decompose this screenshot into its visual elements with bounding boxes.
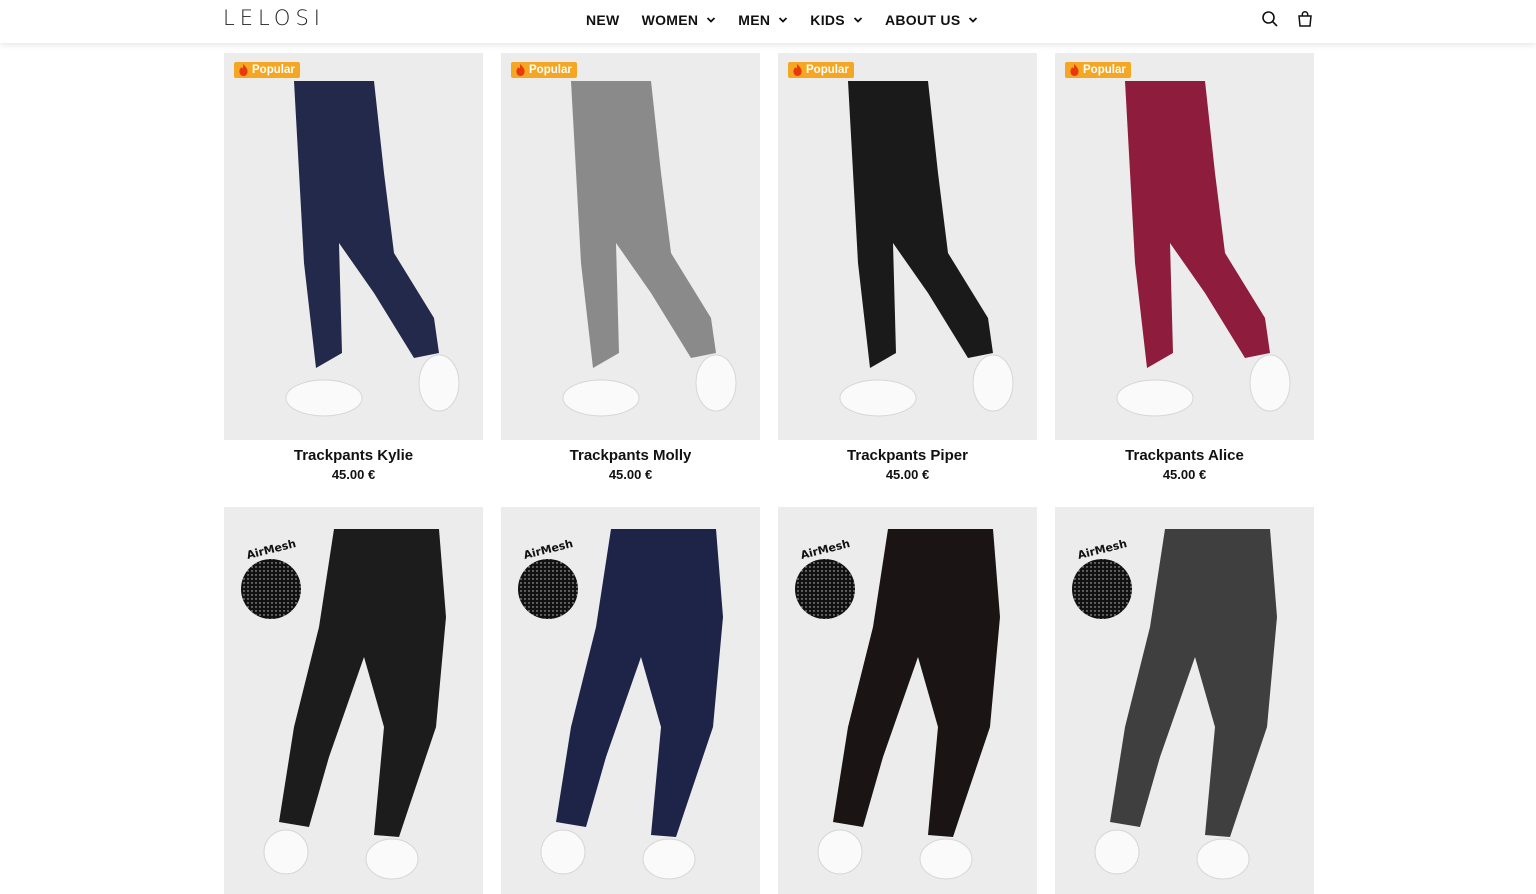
main-nav: NEW WOMEN MEN KIDS ABOUT US: [586, 12, 1000, 28]
header-actions: [1261, 10, 1314, 28]
pants-shape: [848, 81, 993, 368]
badge-label: Popular: [806, 64, 849, 76]
product-title[interactable]: Trackpants Kylie: [224, 447, 483, 464]
product-price: 45.00 €: [608, 467, 653, 482]
product-title[interactable]: Trackpants Alice: [1055, 447, 1314, 464]
pants-shape: [294, 81, 439, 368]
product-image[interactable]: Popular: [224, 53, 483, 440]
product-image[interactable]: AirMesh: [778, 507, 1037, 894]
product-photo: [839, 81, 1014, 417]
product-title[interactable]: Trackpants Molly: [501, 447, 760, 464]
product-card[interactable]: AirMesh: [778, 507, 1037, 894]
product-card[interactable]: AirMesh: [1055, 507, 1314, 894]
product-card[interactable]: Popular Trackpants Kylie 45.00 €: [224, 53, 483, 482]
popular-badge: Popular: [788, 62, 854, 78]
product-photo: [285, 81, 460, 417]
shopping-bag-icon[interactable]: [1296, 10, 1314, 28]
product-image[interactable]: Popular: [778, 53, 1037, 440]
product-image[interactable]: AirMesh: [501, 507, 760, 894]
product-image[interactable]: Popular: [1055, 53, 1314, 440]
nav-item-women[interactable]: WOMEN: [642, 12, 717, 28]
chevron-down-icon: [779, 17, 788, 23]
flame-icon: [1070, 64, 1079, 76]
product-price: 45.00 €: [1162, 467, 1207, 482]
popular-badge: Popular: [234, 62, 300, 78]
product-card[interactable]: Popular Trackpants Alice 45.00 €: [1055, 53, 1314, 482]
flame-icon: [239, 64, 248, 76]
product-price: 45.00 €: [885, 467, 930, 482]
pants-shape: [1110, 529, 1277, 837]
nav-item-label: ABOUT US: [884, 12, 961, 28]
popular-badge: Popular: [511, 62, 577, 78]
search-icon[interactable]: [1261, 10, 1279, 28]
product-photo: [562, 81, 737, 417]
nav-item-kids[interactable]: KIDS: [810, 12, 863, 28]
pants-shape: [833, 529, 1000, 837]
product-photo: [1116, 81, 1291, 417]
nav-item-label: MEN: [738, 12, 771, 28]
product-card[interactable]: Popular Trackpants Molly 45.00 €: [501, 53, 760, 482]
nav-item-label: NEW: [586, 12, 620, 28]
pants-shape: [1125, 81, 1270, 368]
product-image[interactable]: Popular: [501, 53, 760, 440]
nav-item-label: WOMEN: [641, 12, 699, 28]
chevron-down-icon: [969, 17, 978, 23]
product-image[interactable]: AirMesh: [1055, 507, 1314, 894]
product-card[interactable]: AirMesh: [224, 507, 483, 894]
product-card[interactable]: AirMesh: [501, 507, 760, 894]
brand-logo[interactable]: LELOSI: [223, 6, 325, 30]
pants-shape: [279, 529, 446, 837]
nav-item-new[interactable]: NEW: [586, 12, 620, 28]
badge-label: Popular: [252, 64, 295, 76]
badge-label: Popular: [1083, 64, 1126, 76]
product-card[interactable]: Popular Trackpants Piper 45.00 €: [778, 53, 1037, 482]
product-price: 45.00 €: [331, 467, 376, 482]
nav-item-men[interactable]: MEN: [738, 12, 788, 28]
nav-item-label: KIDS: [810, 12, 845, 28]
site-header: LELOSI NEW WOMEN MEN KIDS ABOUT US: [0, 0, 1536, 43]
chevron-down-icon: [853, 17, 863, 23]
product-image[interactable]: AirMesh: [224, 507, 483, 894]
flame-icon: [516, 64, 525, 76]
popular-badge: Popular: [1065, 62, 1131, 78]
pants-shape: [571, 81, 716, 368]
flame-icon: [793, 64, 802, 76]
chevron-down-icon: [707, 17, 716, 23]
nav-item-about-us[interactable]: ABOUT US: [885, 12, 979, 28]
badge-label: Popular: [529, 64, 572, 76]
product-title[interactable]: Trackpants Piper: [778, 447, 1037, 464]
pants-shape: [556, 529, 723, 837]
